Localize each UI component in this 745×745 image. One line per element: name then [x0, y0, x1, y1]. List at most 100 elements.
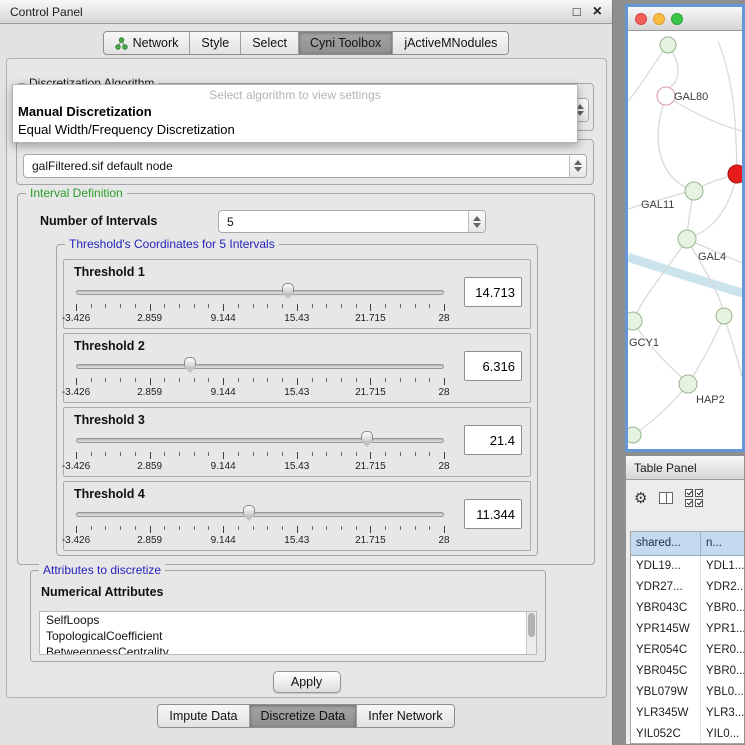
apply-button[interactable]: Apply: [273, 671, 341, 693]
table-cell[interactable]: YBR045C: [631, 661, 701, 682]
network-node[interactable]: [679, 375, 697, 393]
threshold-slider[interactable]: -3.4262.8599.14415.4321.71528: [76, 282, 444, 328]
control-panel-titlebar[interactable]: Control Panel □ ×: [0, 0, 612, 24]
table-cell[interactable]: YDR27...: [631, 577, 701, 598]
list-item[interactable]: BetweennessCentrality: [40, 644, 536, 655]
table-row[interactable]: YDR27... YDR2...: [631, 577, 744, 598]
table-cell[interactable]: YDL1...: [701, 556, 744, 577]
threshold-panel: Threshold 3 -3.4262.8599.14415.4321.7152…: [63, 407, 531, 477]
table-row[interactable]: YIL052C YIL0...: [631, 724, 744, 744]
network-view-window[interactable]: GAL80GAL11GAL4GCY1HAP2: [625, 4, 745, 452]
network-node[interactable]: [660, 37, 676, 53]
threshold-label: Threshold 4: [74, 487, 145, 501]
minimize-traffic-light-icon[interactable]: [653, 13, 665, 25]
tab-label: Cyni Toolbox: [310, 36, 381, 50]
table-cell[interactable]: YPR145W: [631, 619, 701, 640]
tab-label: Style: [201, 36, 229, 50]
columns-icon[interactable]: [659, 492, 673, 504]
column-header-shared-name[interactable]: shared...: [631, 532, 701, 555]
slider-thumb[interactable]: [361, 431, 373, 441]
network-canvas[interactable]: GAL80GAL11GAL4GCY1HAP2: [628, 31, 742, 449]
table-cell[interactable]: YPR1...: [701, 619, 744, 640]
table-row[interactable]: YBL079W YBL0...: [631, 682, 744, 703]
settings-gear-icon[interactable]: ⚙: [634, 491, 647, 506]
threshold-value-field[interactable]: 6.316: [464, 351, 522, 381]
list-item[interactable]: TopologicalCoefficient: [40, 628, 536, 644]
tab-impute-data[interactable]: Impute Data: [158, 705, 248, 727]
slider-thumb[interactable]: [282, 283, 294, 293]
close-traffic-light-icon[interactable]: [635, 13, 647, 25]
table-row[interactable]: YPR145W YPR1...: [631, 619, 744, 640]
tab-network[interactable]: Network: [104, 32, 190, 54]
menu-item-manual-discretization[interactable]: Manual Discretization: [13, 103, 577, 121]
close-icon[interactable]: ×: [593, 4, 602, 20]
slider-thumb[interactable]: [243, 505, 255, 515]
table-rows: YDL19... YDL1... YDR27... YDR2... YBR043…: [631, 556, 744, 744]
table-cell[interactable]: YBL079W: [631, 682, 701, 703]
number-of-intervals-select[interactable]: 5: [218, 210, 486, 233]
table-cell[interactable]: YLR345W: [631, 703, 701, 724]
zoom-traffic-light-icon[interactable]: [671, 13, 683, 25]
network-node[interactable]: [685, 182, 703, 200]
checkbox-icon[interactable]: [695, 499, 703, 507]
tab-style[interactable]: Style: [189, 32, 240, 54]
slider-track[interactable]: [76, 438, 444, 443]
slider-thumb[interactable]: [184, 357, 196, 367]
checkbox-icon[interactable]: [695, 489, 703, 497]
table-cell[interactable]: YBR043C: [631, 598, 701, 619]
checkbox-icon[interactable]: [685, 499, 693, 507]
threshold-slider[interactable]: -3.4262.8599.14415.4321.71528: [76, 430, 444, 476]
table-cell[interactable]: YBR0...: [701, 661, 744, 682]
network-node[interactable]: [716, 308, 732, 324]
threshold-slider[interactable]: -3.4262.8599.14415.4321.71528: [76, 356, 444, 402]
table-row[interactable]: YBR045C YBR0...: [631, 661, 744, 682]
threshold-value-field[interactable]: 21.4: [464, 425, 522, 455]
table-panel-titlebar[interactable]: Table Panel: [626, 456, 744, 480]
threshold-panel: Threshold 2 -3.4262.8599.14415.4321.7152…: [63, 333, 531, 403]
checkbox-icon[interactable]: [685, 489, 693, 497]
table-row[interactable]: YER054C YER0...: [631, 640, 744, 661]
network-node[interactable]: [628, 427, 641, 443]
table-row[interactable]: YBR043C YBR0...: [631, 598, 744, 619]
scrollbar[interactable]: [526, 612, 536, 654]
threshold-value-field[interactable]: 14.713: [464, 277, 522, 307]
tab-label: Network: [133, 36, 179, 50]
tab-discretize-data[interactable]: Discretize Data: [249, 705, 357, 727]
network-node[interactable]: [728, 165, 742, 183]
table-cell[interactable]: YLR3...: [701, 703, 744, 724]
network-node[interactable]: [628, 312, 642, 330]
table-row[interactable]: YLR345W YLR3...: [631, 703, 744, 724]
table-cell[interactable]: YER054C: [631, 640, 701, 661]
list-item[interactable]: SelfLoops: [40, 612, 536, 628]
scrollbar-thumb[interactable]: [528, 613, 535, 637]
slider-track[interactable]: [76, 290, 444, 295]
slider-track[interactable]: [76, 364, 444, 369]
table-cell[interactable]: YER0...: [701, 640, 744, 661]
table-cell[interactable]: YDR2...: [701, 577, 744, 598]
tab-cyni-toolbox[interactable]: Cyni Toolbox: [298, 32, 392, 54]
top-tab-strip: Network Style Select Cyni Toolbox jActiv…: [0, 31, 612, 55]
slider-track[interactable]: [76, 512, 444, 517]
select-columns-checkboxes-icon[interactable]: [685, 489, 703, 507]
table-cell[interactable]: YBL0...: [701, 682, 744, 703]
tab-infer-network[interactable]: Infer Network: [356, 705, 453, 727]
network-node[interactable]: [678, 230, 696, 248]
column-header-name[interactable]: n...: [701, 532, 744, 555]
tab-jactivemnodules[interactable]: jActiveMNodules: [392, 32, 508, 54]
threshold-panels: Threshold 1 -3.4262.8599.14415.4321.7152…: [57, 257, 537, 555]
table-row[interactable]: YDL19... YDL1...: [631, 556, 744, 577]
table-cell[interactable]: YDL19...: [631, 556, 701, 577]
numerical-attributes-list[interactable]: SelfLoops TopologicalCoefficient Between…: [39, 611, 537, 655]
tab-select[interactable]: Select: [240, 32, 298, 54]
float-window-icon[interactable]: □: [573, 5, 581, 18]
cyni-toolbox-panel: Discretization Algorithm Table Data galF…: [6, 58, 607, 698]
menu-item-equal-width-frequency-discretization[interactable]: Equal Width/Frequency Discretization: [13, 121, 577, 139]
network-node[interactable]: [657, 87, 675, 105]
table-cell[interactable]: YIL052C: [631, 724, 701, 744]
table-cell[interactable]: YBR0...: [701, 598, 744, 619]
threshold-slider[interactable]: -3.4262.8599.14415.4321.71528: [76, 504, 444, 550]
network-window-titlebar[interactable]: [628, 7, 742, 31]
table-data-select[interactable]: galFiltered.sif default node: [23, 154, 587, 178]
table-cell[interactable]: YIL0...: [701, 724, 744, 744]
threshold-value-field[interactable]: 11.344: [464, 499, 522, 529]
